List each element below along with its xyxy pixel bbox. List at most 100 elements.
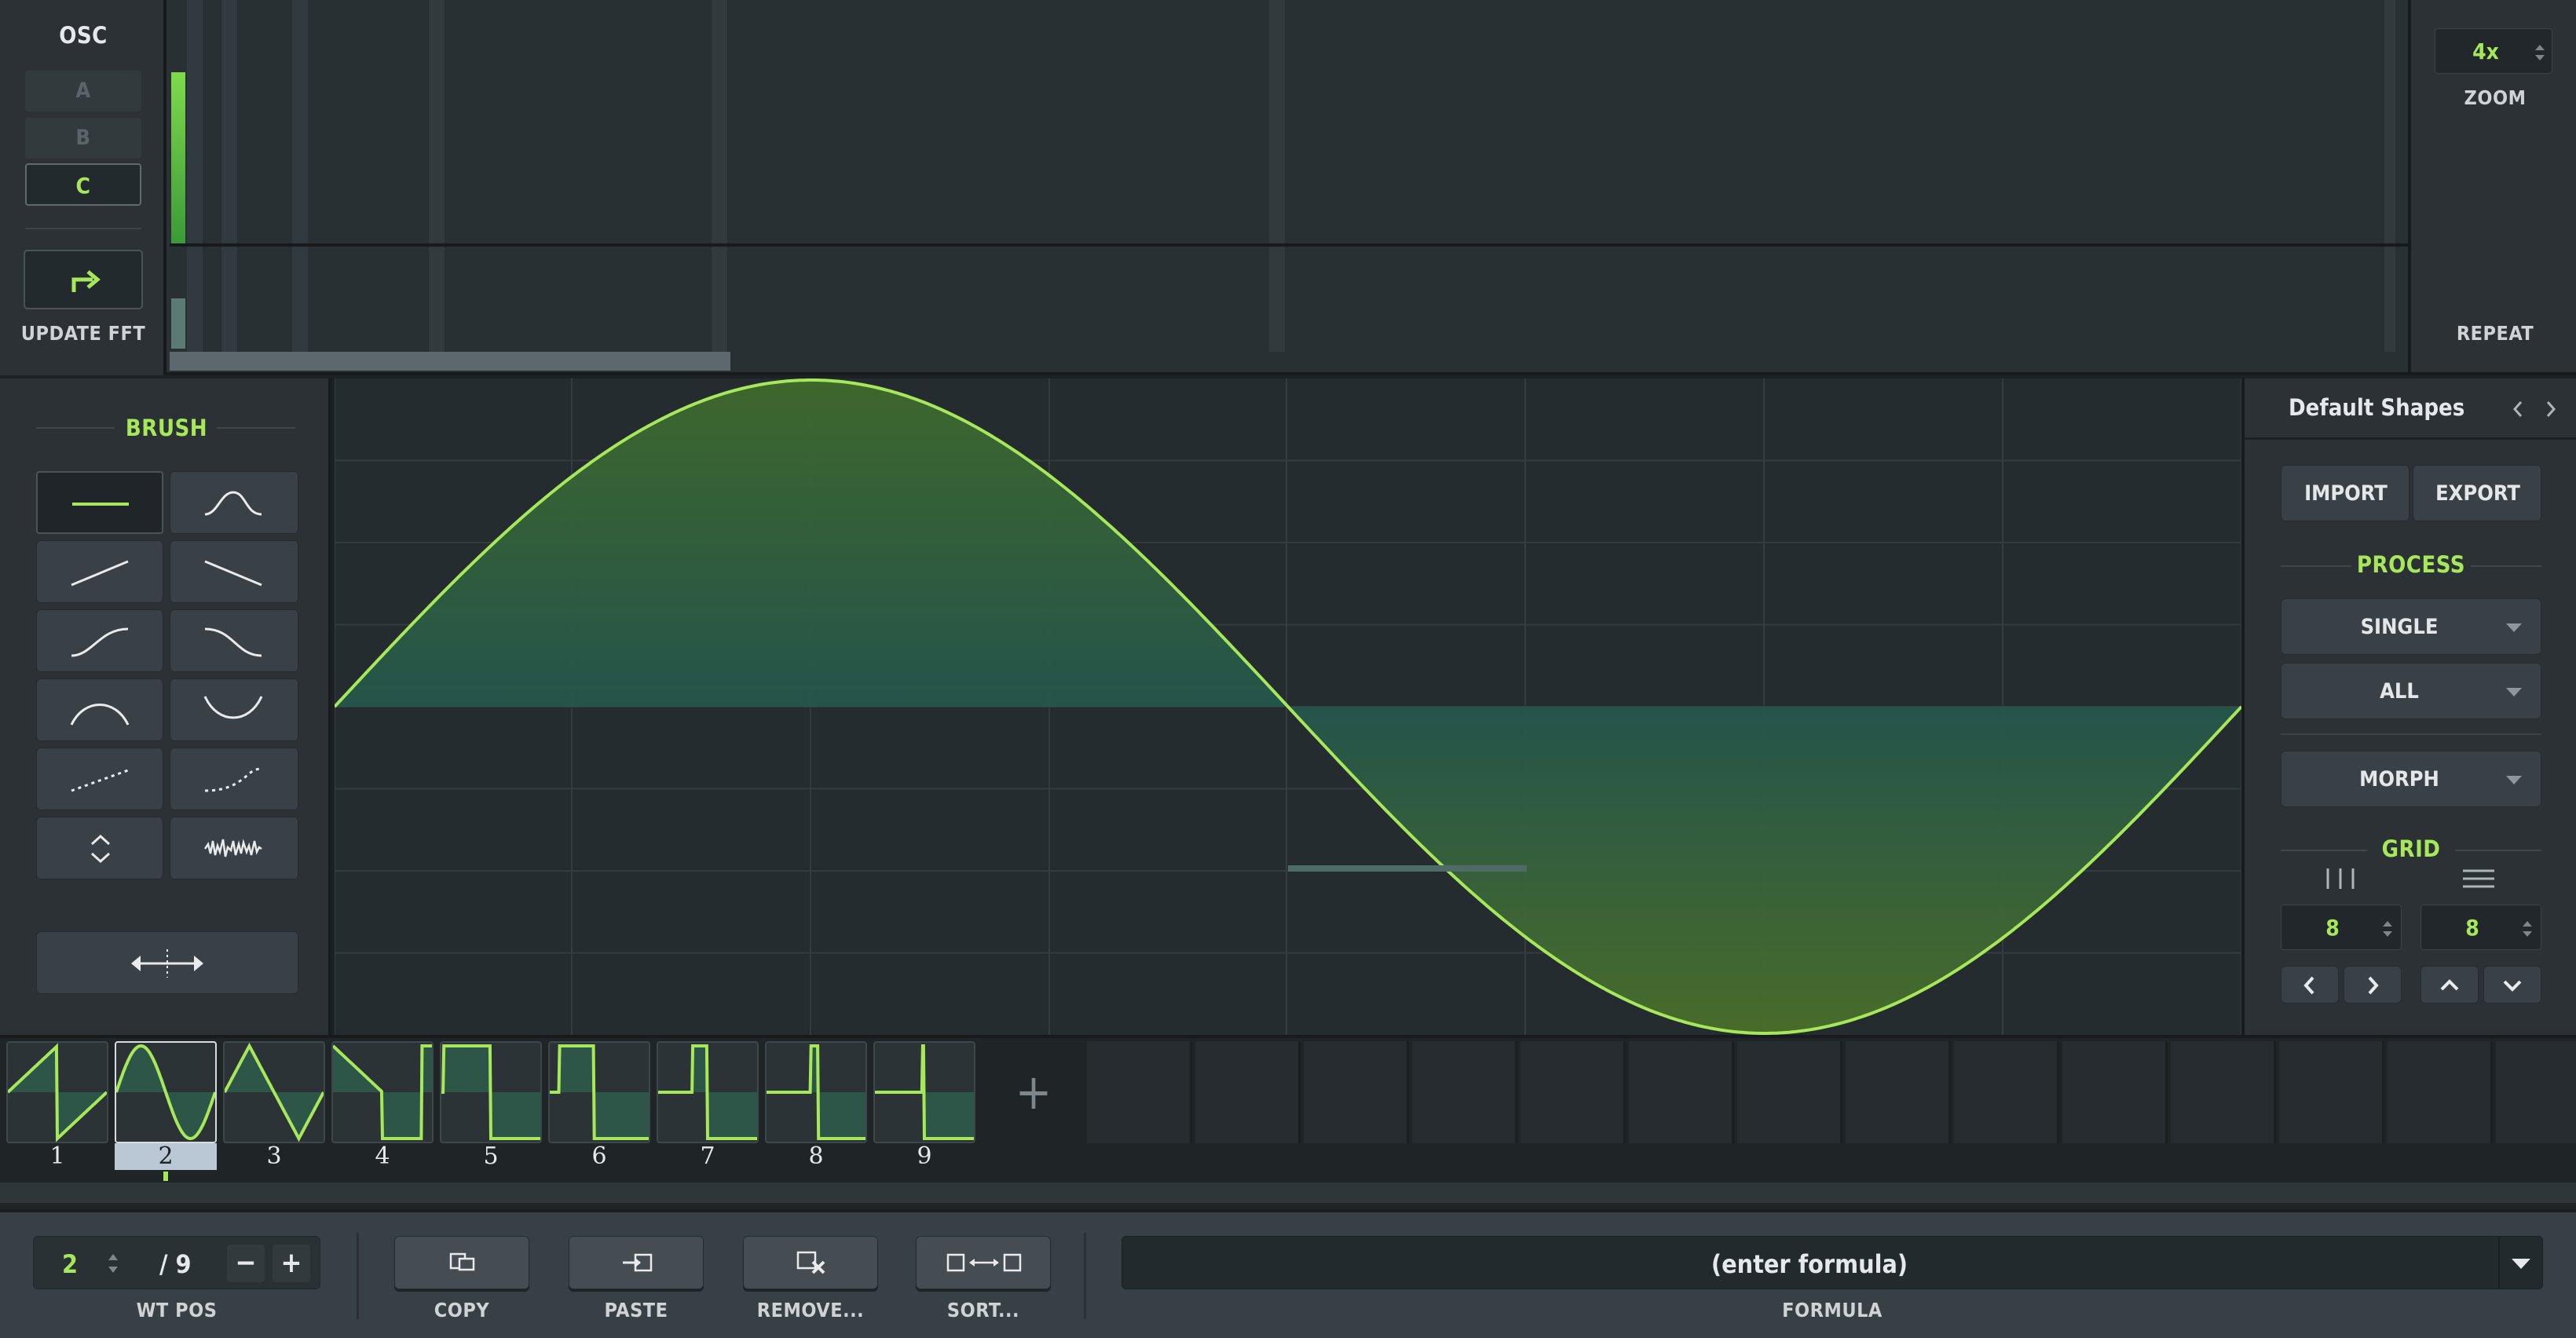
- empty-frame-slot: [2062, 1041, 2168, 1143]
- noise-brush-icon[interactable]: [170, 817, 298, 879]
- chevron-right-icon: [2368, 976, 2379, 995]
- flat-line-brush-icon[interactable]: [36, 471, 163, 534]
- waveform-editor[interactable]: [335, 378, 2241, 1035]
- frame-number-label: 3: [266, 1142, 282, 1170]
- frame-number-label: 7: [700, 1142, 715, 1170]
- empty-frame-slot: [1412, 1041, 1517, 1143]
- frame-number-label: 4: [375, 1142, 390, 1170]
- import-button[interactable]: IMPORT: [2281, 465, 2410, 521]
- process-mode-dropdown[interactable]: SINGLE: [2281, 598, 2541, 655]
- harmonic-magnitude-bar: [171, 72, 185, 243]
- wt-pos-total: / 9: [159, 1249, 192, 1279]
- dotted-curve-brush-icon[interactable]: [170, 748, 298, 810]
- process-target-dropdown[interactable]: ALL: [2281, 663, 2541, 719]
- zoom-spinbox[interactable]: 4x: [2435, 28, 2552, 74]
- paste-frame-button[interactable]: [569, 1236, 704, 1289]
- redo-arrow-icon: [71, 270, 101, 292]
- osc-button-a[interactable]: A: [25, 71, 141, 112]
- formula-input[interactable]: (enter formula): [1122, 1236, 2543, 1289]
- brush-panel: BRUSH: [0, 378, 331, 1035]
- empty-frame-slot: [1304, 1041, 1409, 1143]
- osc-button-b[interactable]: B: [25, 118, 141, 159]
- remove-frame-button[interactable]: [743, 1236, 878, 1289]
- copy-icon: [449, 1252, 475, 1271]
- morph-dropdown[interactable]: MORPH: [2281, 751, 2541, 807]
- frame-scrollbar-track[interactable]: [0, 1183, 2576, 1203]
- wt-pos-label: WT POS: [136, 1299, 218, 1322]
- grid-shift-right-button[interactable]: [2344, 966, 2402, 1003]
- grid-y-spinbox[interactable]: 8: [2420, 905, 2541, 950]
- s-curve-brush-icon[interactable]: [170, 471, 298, 534]
- update-fft-button[interactable]: [24, 250, 143, 309]
- frame-number-label: 1: [49, 1142, 65, 1170]
- sort-label: SORT...: [946, 1299, 1020, 1322]
- rising-line-brush-icon[interactable]: [36, 540, 163, 603]
- frame-strip: 1 2 3 4 5 6 7 8 9 +: [0, 1035, 2576, 1209]
- add-frame-button[interactable]: +: [1002, 1065, 1065, 1120]
- spectrum-scrollbar[interactable]: [170, 352, 730, 371]
- wt-pos-increment-button[interactable]: +: [273, 1245, 310, 1282]
- spin-arrows-icon: [2383, 921, 2392, 937]
- horizontal-stretch-icon: [131, 949, 203, 978]
- empty-frame-slot: [2496, 1041, 2576, 1143]
- expand-contract-brush-icon[interactable]: [36, 817, 163, 879]
- vertical-grid-icon: [2326, 868, 2355, 889]
- copy-label: COPY: [434, 1299, 490, 1322]
- horizontal-grid-icon: [2463, 869, 2494, 888]
- zoom-panel: 4x ZOOM REPEAT: [2408, 0, 2576, 372]
- empty-frame-slot: [2171, 1041, 2276, 1143]
- wt-pos-value[interactable]: 2: [62, 1249, 78, 1279]
- grid-shift-left-button[interactable]: [2281, 966, 2339, 1003]
- frame-number-label: 9: [917, 1142, 932, 1170]
- horizontal-stretch-button[interactable]: [36, 931, 298, 994]
- chevron-down-icon: [2503, 980, 2522, 992]
- empty-frame-slot: [1954, 1041, 2059, 1143]
- empty-frame-slot: [2279, 1041, 2384, 1143]
- selected-frame-marker: [163, 1172, 168, 1181]
- paste-icon: [623, 1253, 653, 1272]
- empty-frame-slot: [1195, 1041, 1301, 1143]
- osc-divider: [25, 228, 141, 229]
- ease-out-fall-brush-icon[interactable]: [170, 609, 298, 672]
- zoom-label: ZOOM: [2464, 86, 2527, 109]
- falling-line-brush-icon[interactable]: [170, 540, 298, 603]
- arch-brush-icon[interactable]: [36, 678, 163, 741]
- empty-frame-slot: [1846, 1041, 1951, 1143]
- dropdown-arrow-icon: [2506, 688, 2522, 696]
- chevron-right-icon[interactable]: [2541, 397, 2560, 421]
- grid-x-spinbox[interactable]: 8: [2281, 905, 2402, 950]
- grid-shift-up-button[interactable]: [2420, 966, 2479, 1003]
- frame-number-label: 8: [808, 1142, 824, 1170]
- frame-number-label: 6: [591, 1142, 607, 1170]
- swap-icon: [946, 1253, 1022, 1272]
- frame-number-label: 2: [115, 1143, 217, 1170]
- paste-label: PASTE: [604, 1299, 668, 1322]
- frame-number-label: 5: [483, 1142, 499, 1170]
- valley-brush-icon[interactable]: [170, 678, 298, 741]
- brush-tool-grid: [36, 471, 298, 879]
- copy-frame-button[interactable]: [394, 1236, 529, 1289]
- shapes-panel: Default Shapes IMPORT EXPORT PROCESS SIN…: [2241, 378, 2576, 1035]
- grid-shift-down-button[interactable]: [2483, 966, 2541, 1003]
- empty-frame-slot: [1737, 1041, 1842, 1143]
- spin-arrows-icon[interactable]: [106, 1251, 120, 1276]
- ease-in-rise-brush-icon[interactable]: [36, 609, 163, 672]
- chevron-left-icon[interactable]: [2508, 397, 2527, 421]
- wt-pos-decrement-button[interactable]: −: [227, 1245, 265, 1282]
- dropdown-arrow-icon[interactable]: [2509, 1256, 2533, 1271]
- dropdown-arrow-icon: [2506, 776, 2522, 784]
- empty-frame-slot: [1629, 1041, 1734, 1143]
- dotted-rise-brush-icon[interactable]: [36, 748, 163, 810]
- repeat-label[interactable]: REPEAT: [2411, 322, 2576, 345]
- formula-label: FORMULA: [1782, 1299, 1883, 1322]
- spectrum-view[interactable]: [170, 0, 2408, 372]
- brush-title: BRUSH: [125, 415, 208, 441]
- remove-label: REMOVE...: [756, 1299, 865, 1322]
- osc-button-c[interactable]: C: [25, 163, 141, 206]
- drag-marker: [1288, 865, 1527, 872]
- waveform-canvas: [335, 378, 2241, 1035]
- sort-frames-button[interactable]: [916, 1236, 1051, 1289]
- chevron-left-icon: [2303, 976, 2314, 995]
- footer-toolbar: 2 / 9 − + WT POS COPY PASTE REMOVE... SO…: [0, 1209, 2576, 1338]
- export-button[interactable]: EXPORT: [2413, 465, 2541, 521]
